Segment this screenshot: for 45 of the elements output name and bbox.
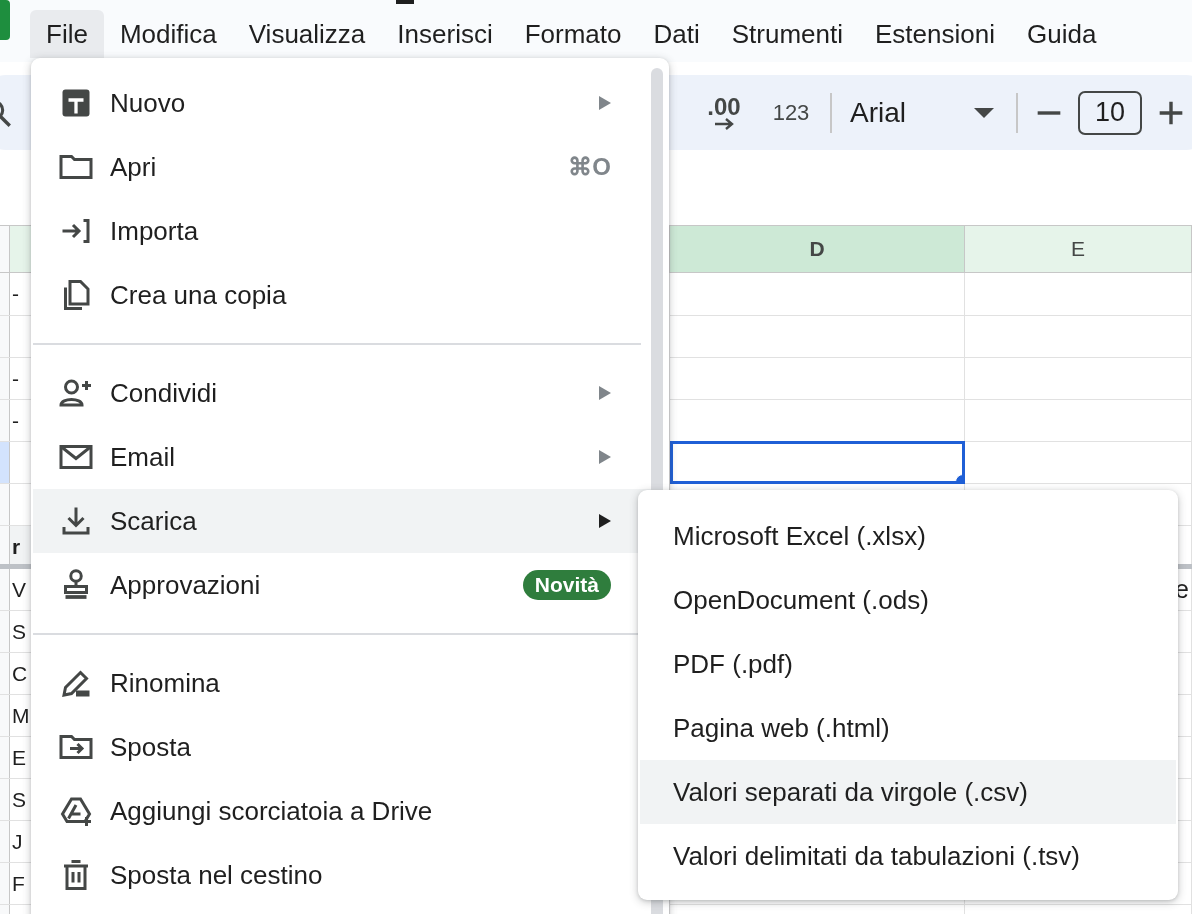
- new-badge: Novità: [522, 570, 611, 600]
- row-header[interactable]: [0, 611, 10, 652]
- column-header[interactable]: E: [965, 226, 1192, 272]
- font-dropdown[interactable]: Arial: [836, 88, 1012, 137]
- row-header[interactable]: [0, 821, 10, 862]
- logo-icon[interactable]: [0, 0, 10, 40]
- row-header[interactable]: [0, 442, 10, 483]
- text-cursor: [396, 0, 414, 4]
- row-header[interactable]: [0, 737, 10, 778]
- dropdown-caret-icon: [974, 107, 994, 118]
- menu-button[interactable]: Inserisci: [381, 10, 509, 58]
- increase-decimal-button[interactable]: .00: [702, 88, 746, 137]
- menu-item[interactable]: Crea una copia: [33, 263, 651, 327]
- menu-item[interactable]: Nuovo: [33, 71, 651, 135]
- menu-button[interactable]: File: [30, 10, 104, 58]
- menu-button[interactable]: Guida: [1011, 10, 1113, 58]
- font-size-field[interactable]: 10: [1078, 90, 1142, 135]
- row-header[interactable]: [0, 569, 10, 610]
- menu-button[interactable]: Strumenti: [715, 10, 859, 58]
- column-header[interactable]: D: [670, 226, 965, 272]
- arrow-icon: [713, 117, 735, 130]
- row-header[interactable]: [0, 526, 10, 564]
- row-header[interactable]: [0, 779, 10, 820]
- menu-item[interactable]: Valori separati da virgole (.csv): [640, 760, 1176, 824]
- row-header[interactable]: [0, 358, 10, 399]
- menu-item[interactable]: Apri ⌘O: [33, 135, 651, 199]
- menu-button[interactable]: Formato: [508, 10, 638, 58]
- selected-cell[interactable]: [670, 441, 965, 484]
- menu-button[interactable]: Estensioni: [859, 10, 1011, 58]
- menu-item[interactable]: Condividi: [33, 361, 651, 425]
- row-header[interactable]: [0, 400, 10, 441]
- row-header[interactable]: [0, 695, 10, 736]
- menu-item[interactable]: Scarica: [33, 489, 651, 553]
- menu-button[interactable]: Visualizza: [232, 10, 382, 58]
- menu-button[interactable]: Modifica: [103, 10, 233, 58]
- row-header[interactable]: [0, 863, 10, 904]
- menu-item[interactable]: Importa: [33, 199, 651, 263]
- row-header[interactable]: [0, 273, 10, 315]
- shortcut-text: ⌘O: [568, 153, 611, 181]
- row-header[interactable]: [0, 653, 10, 694]
- menu-item[interactable]: Email: [33, 425, 651, 489]
- menu-button[interactable]: Dati: [637, 10, 716, 58]
- number-format-button[interactable]: 123: [768, 88, 814, 137]
- row-header[interactable]: [0, 484, 10, 525]
- row-header[interactable]: [0, 316, 10, 357]
